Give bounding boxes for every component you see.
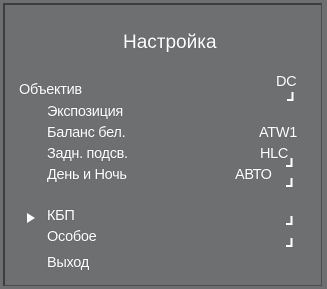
- enter-icon: [286, 178, 293, 188]
- menu-item-exposure-label[interactable]: Экспозиция: [47, 104, 123, 120]
- menu-item-backlight-value[interactable]: HLC: [260, 146, 288, 162]
- menu-title: Настройка: [123, 32, 217, 53]
- menu-item-backlight-label[interactable]: Задн. подсв.: [47, 146, 128, 162]
- menu-item-day-night-label[interactable]: День и Ночь: [47, 167, 127, 183]
- menu-item-white-balance-label[interactable]: Баланс бел.: [47, 125, 126, 141]
- menu-item-lens-label[interactable]: Объектив: [19, 82, 82, 98]
- triangle-right-icon: [27, 213, 35, 223]
- osd-screen: Настройка Объектив DC Экспозиция Баланс …: [0, 0, 327, 289]
- menu-item-lens-value[interactable]: DC: [276, 74, 297, 90]
- enter-icon: [286, 216, 293, 226]
- menu-item-kbp-label[interactable]: КБП: [47, 208, 75, 224]
- enter-icon: [286, 238, 293, 248]
- menu-item-white-balance-value[interactable]: ATW1: [259, 125, 297, 141]
- menu-item-day-night-value[interactable]: АВТО: [235, 167, 272, 183]
- enter-icon: [286, 158, 293, 168]
- enter-icon: [287, 92, 294, 102]
- menu-item-exit-label[interactable]: Выход: [47, 255, 89, 271]
- menu-item-special-label[interactable]: Особое: [47, 229, 97, 245]
